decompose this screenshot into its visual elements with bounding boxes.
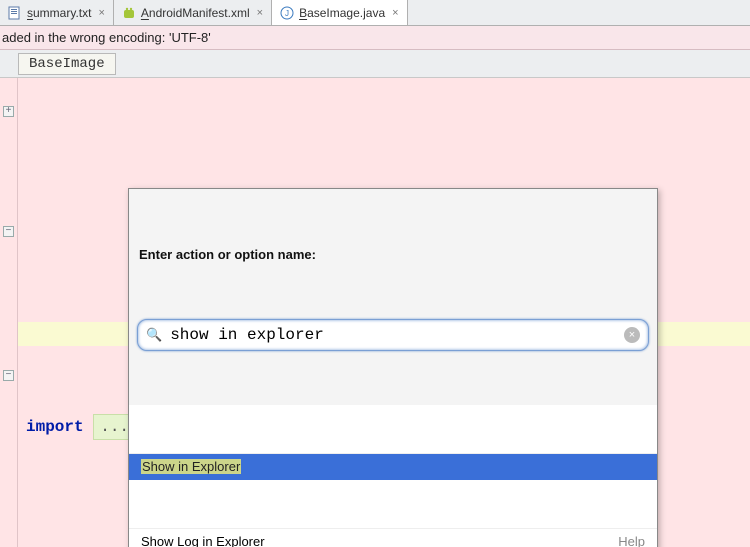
fold-toggle-icon[interactable]: + — [3, 106, 14, 117]
tab-label: BaseImage.java — [299, 6, 385, 20]
search-field-wrapper: 🔍 × — [137, 319, 649, 351]
results-list: Show in Explorer Show Log in Explorer He… — [129, 405, 657, 547]
text-file-icon — [8, 6, 22, 20]
breadcrumb-bar: BaseImage — [0, 50, 750, 78]
tab-androidmanifest[interactable]: AndroidManifest.xml × — [114, 0, 272, 25]
tab-summary[interactable]: summary.txt × — [0, 0, 114, 25]
tab-bar: summary.txt × AndroidManifest.xml × J Ba… — [0, 0, 750, 26]
warning-text: aded in the wrong encoding: 'UTF-8' — [2, 30, 211, 45]
close-icon[interactable]: × — [257, 7, 263, 19]
breadcrumb[interactable]: BaseImage — [18, 53, 116, 75]
android-file-icon — [122, 6, 136, 20]
code-editor[interactable]: + − − import ... /** * ◆◆◆◆◆◆◆◆◆◆◆◆ *2 ◆… — [0, 78, 750, 547]
find-action-popup: Enter action or option name: 🔍 × Show in… — [128, 188, 658, 547]
search-input[interactable] — [168, 325, 624, 345]
tab-label: summary.txt — [27, 6, 91, 20]
encoding-warning-bar: aded in the wrong encoding: 'UTF-8' — [0, 26, 750, 50]
close-icon[interactable]: × — [98, 7, 104, 19]
fold-toggle-icon[interactable]: − — [3, 226, 14, 237]
search-icon: 🔍 — [146, 323, 162, 347]
tab-baseimage[interactable]: J BaseImage.java × — [272, 0, 408, 25]
svg-text:J: J — [285, 9, 289, 18]
java-file-icon: J — [280, 6, 294, 20]
clear-icon[interactable]: × — [624, 327, 640, 343]
close-icon[interactable]: × — [392, 7, 398, 19]
tab-label: AndroidManifest.xml — [141, 6, 250, 20]
popup-title: Enter action or option name: — [129, 237, 657, 271]
result-item[interactable]: Show Log in Explorer Help — [129, 528, 657, 547]
result-item[interactable]: Show in Explorer — [129, 453, 657, 480]
